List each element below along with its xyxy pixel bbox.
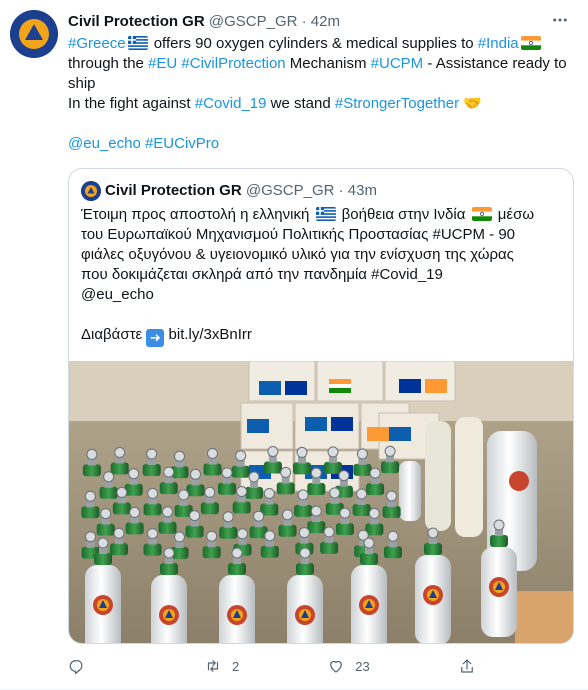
quoted-read-link: bit.ly/3xBnIrr [168, 326, 252, 343]
retweet-count: 2 [232, 658, 240, 674]
reply-button[interactable] [68, 657, 96, 675]
quoted-text-line: του Ευρωπαϊκού Μηχανισμού Πολιτικής Προσ… [81, 226, 516, 243]
more-icon[interactable] [548, 8, 572, 32]
hashtag-link[interactable]: #EU [148, 55, 177, 72]
quoted-text-line: που δοκιμάζεται σκληρά από την πανδημία … [81, 266, 443, 283]
separator-dot: · [301, 13, 307, 30]
tweet-text-span: Mechanism [285, 55, 371, 72]
reply-icon [69, 660, 83, 675]
arrow-right-icon: ➜ [146, 329, 165, 347]
tweet-line: @eu_echo #EUCivPro [68, 134, 568, 154]
author-handle[interactable]: @GSCP_GR [209, 13, 298, 30]
tweet-text-span: In the fight against [68, 95, 195, 112]
quoted-text-line: @eu_echo [81, 286, 154, 303]
author-name[interactable]: Civil Protection GR [68, 13, 205, 30]
tweet-photo[interactable] [69, 360, 573, 643]
tweet-line: In the fight against #Covid_19 we stand … [68, 94, 568, 114]
quoted-text-line: βοήθεια στην Ινδία [341, 206, 466, 223]
quoted-avatar [81, 181, 101, 201]
quoted-read-label: Διαβάστε [81, 326, 143, 343]
quoted-author-name: Civil Protection GR [105, 182, 242, 199]
quoted-text-line: Έτοιμη προς αποστολή η ελληνική [81, 206, 310, 223]
share-button[interactable] [458, 657, 476, 675]
hashtag-link[interactable]: #Greece [68, 35, 126, 52]
quoted-text-line: φιάλες οξυγόνου & υγειονομικό υλικό για … [81, 246, 514, 263]
tweet-line: through the #EU #CivilProtection Mechani… [68, 54, 568, 94]
tweet-header: Civil Protection GR @GSCP_GR · 42m [68, 12, 548, 32]
greece-flag-icon [127, 36, 148, 50]
india-flag-icon [471, 207, 492, 221]
quoted-author-handle: @GSCP_GR [245, 182, 335, 199]
quoted-time: 43m [347, 182, 377, 199]
like-icon [330, 660, 343, 673]
hashtag-link[interactable]: #CivilProtection [181, 55, 285, 72]
hashtag-link[interactable]: #EUCivPro [145, 135, 219, 152]
quoted-text-line: μέσω [497, 206, 535, 223]
like-count: 23 [355, 658, 370, 674]
hashtag-link[interactable]: #India [478, 35, 519, 52]
tweet-text-span: through the [68, 55, 149, 72]
avatar[interactable] [10, 10, 58, 58]
quoted-tweet[interactable]: Civil Protection GR @GSCP_GR · 43m Έτοιμ… [68, 168, 574, 644]
greece-flag-icon [315, 207, 336, 221]
tweet-actions: 2 23 [68, 656, 508, 676]
tweet-text-span: we stand [266, 95, 335, 112]
retweet-button[interactable]: 2 [204, 657, 239, 675]
tweet-text-span: offers 90 oxygen cylinders & medical sup… [149, 35, 478, 52]
hashtag-link[interactable]: #StrongerTogether [335, 95, 459, 112]
quoted-text: Έτοιμη προς αποστολή η ελληνική βοήθεια … [81, 205, 565, 347]
tweet-line: #Greece offers 90 oxygen cylinders & med… [68, 34, 568, 54]
india-flag-icon [520, 36, 541, 50]
share-icon [460, 659, 473, 673]
hashtag-link[interactable]: #Covid_19 [195, 95, 267, 112]
tweet[interactable]: Civil Protection GR @GSCP_GR · 42m #Gree… [0, 0, 588, 690]
separator-dot: · [338, 182, 344, 199]
tweet-text-span: 🤝 [459, 95, 482, 112]
retweet-icon [207, 660, 219, 672]
like-button[interactable]: 23 [327, 657, 370, 675]
hashtag-link[interactable]: #UCPM [371, 55, 424, 72]
tweet-time[interactable]: 42m [311, 13, 340, 30]
quoted-header: Civil Protection GR @GSCP_GR · 43m [105, 181, 377, 201]
mention-link[interactable]: @eu_echo [68, 135, 141, 152]
tweet-text: #Greece offers 90 oxygen cylinders & med… [68, 34, 568, 154]
